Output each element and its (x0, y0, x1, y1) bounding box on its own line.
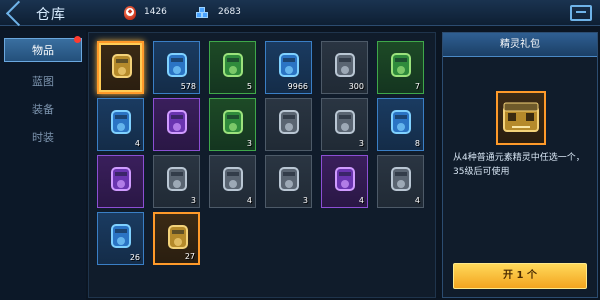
detail-title: 精灵礼包 (443, 33, 597, 57)
tab-blueprints-label: 蓝图 (32, 75, 54, 88)
back-arrow-icon[interactable] (5, 0, 32, 27)
inventory-slot[interactable]: 4 (209, 155, 256, 208)
inventory-slot[interactable] (265, 98, 312, 151)
item-count: 4 (246, 196, 252, 205)
inventory-slot[interactable]: 3 (153, 155, 200, 208)
inventory-slot[interactable]: 3 (321, 98, 368, 151)
inventory-slot[interactable] (97, 41, 144, 94)
tab-equipment[interactable]: 装备 (4, 98, 82, 122)
purple-capsule-icon (162, 105, 192, 139)
inventory-slot[interactable]: 4 (97, 98, 144, 151)
green-module-icon (386, 48, 416, 82)
tab-fashion[interactable]: 时装 (4, 126, 82, 150)
item-count: 5 (246, 82, 252, 91)
menu-icon[interactable] (570, 5, 592, 21)
page-title: 仓库 (36, 7, 66, 23)
blue-cannon-icon (106, 219, 136, 253)
red-crystal-icon: ◆ (122, 5, 138, 21)
item-count: 27 (184, 252, 195, 261)
inventory-slot[interactable] (153, 98, 200, 151)
gray-supply-box-icon (386, 162, 416, 196)
item-count: 7 (414, 82, 420, 91)
blue-energy-canister-icon (162, 48, 192, 82)
inventory-slot[interactable]: 27 (153, 212, 200, 265)
gray-barrel-icon (162, 162, 192, 196)
gray-ring-part-icon (330, 105, 360, 139)
item-count: 4 (414, 196, 420, 205)
tab-items[interactable]: 物品 (4, 36, 82, 62)
purple-ring-part-icon (330, 162, 360, 196)
resource-crystals-value: 1426 (144, 7, 167, 17)
item-count: 3 (190, 196, 196, 205)
inventory-slot[interactable]: 4 (321, 155, 368, 208)
notification-dot (74, 36, 81, 43)
resource-cubes-value: 2683 (218, 7, 241, 17)
gray-gear-part-icon (274, 162, 304, 196)
inventory-slot[interactable]: 8 (377, 98, 424, 151)
orange-cannon-icon (163, 220, 193, 254)
tab-items-label: 物品 (32, 44, 54, 57)
item-count: 300 (348, 82, 364, 91)
sidebar: 物品 蓝图 装备 时装 (0, 30, 86, 300)
open-pack-button[interactable]: 开 1 个 (453, 263, 587, 289)
item-detail-panel: 精灵礼包 从4种普通元素精灵中任选一个，35级后可使用 开 1 个 (442, 32, 598, 298)
item-count: 578 (180, 82, 196, 91)
green-energy-canister-icon (218, 48, 248, 82)
tab-blueprints[interactable]: 蓝图 (4, 70, 82, 94)
item-count: 3 (302, 196, 308, 205)
inventory-slot[interactable] (97, 155, 144, 208)
tab-fashion-label: 时装 (32, 131, 54, 144)
item-count: 26 (129, 253, 140, 262)
inventory-slot[interactable]: 4 (377, 155, 424, 208)
inventory-slot[interactable]: 9966 (265, 41, 312, 94)
item-count: 3 (358, 139, 364, 148)
purple-engine-icon (106, 162, 136, 196)
inventory-slot[interactable]: 3 (209, 98, 256, 151)
item-count: 3 (246, 139, 252, 148)
green-canister-icon (218, 105, 248, 139)
item-count: 4 (358, 196, 364, 205)
gray-claw-part-icon (274, 105, 304, 139)
metal-plate-icon (330, 48, 360, 82)
blue-cubes-icon (196, 5, 212, 21)
inventory-slot[interactable]: 300 (321, 41, 368, 94)
inventory-slot[interactable]: 3 (265, 155, 312, 208)
tab-equipment-label: 装备 (32, 103, 54, 116)
gold-gift-pack-icon (496, 91, 546, 145)
item-count: 4 (134, 139, 140, 148)
blue-turret-icon (386, 105, 416, 139)
inventory-slot[interactable]: 578 (153, 41, 200, 94)
inventory-slot[interactable]: 7 (377, 41, 424, 94)
inventory-slot[interactable]: 26 (97, 212, 144, 265)
top-bar: 仓库 ◆ 1426 2683 (0, 0, 600, 27)
item-count: 8 (414, 139, 420, 148)
detail-description: 从4种普通元素精灵中任选一个，35级后可使用 (453, 153, 585, 177)
item-count: 9966 (287, 82, 308, 91)
inventory-slot[interactable]: 5 (209, 41, 256, 94)
blue-crystal-shard-icon (274, 48, 304, 82)
inventory-grid: 578 5 9966 300 7 4 3 3 8 3 4 3 4 4 26 27 (88, 32, 436, 298)
gray-canister-icon (218, 162, 248, 196)
blue-armor-part-icon (106, 105, 136, 139)
gold-gift-pack-icon (107, 49, 137, 83)
